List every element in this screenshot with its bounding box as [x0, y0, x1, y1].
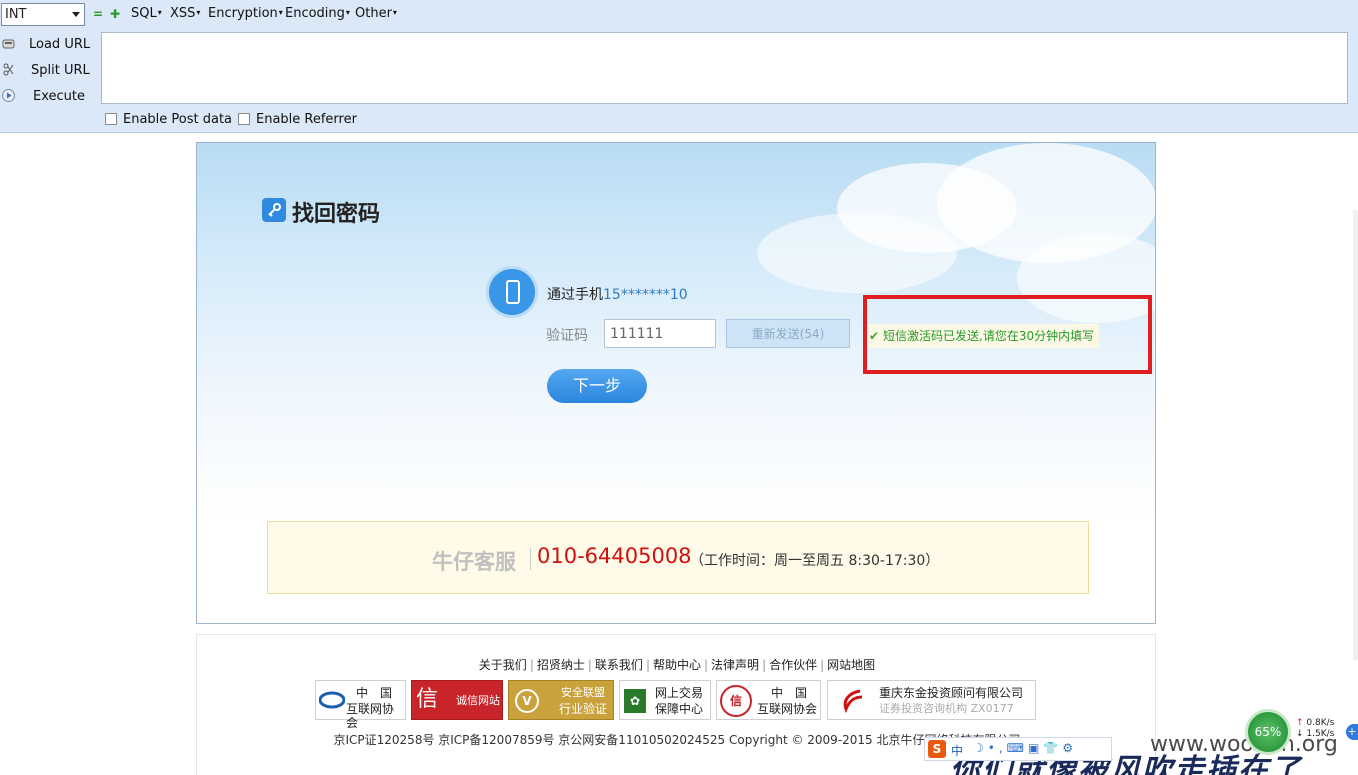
badge-security-alliance[interactable]: V 安全联盟 行业验证: [508, 680, 614, 720]
v-shield-icon: V: [515, 689, 539, 713]
service-name: 牛仔客服: [432, 550, 516, 574]
phone-icon: [486, 266, 538, 318]
badge-line1: 网上交易: [655, 686, 704, 700]
cloud-decoration: [757, 213, 957, 293]
execute-label: Execute: [33, 89, 85, 104]
hackbar-toolbar: INT = ✚ SQL▾ XSS▾ Encryption▾ Encoding▾ …: [0, 0, 1358, 133]
next-step-button[interactable]: 下一步: [547, 369, 647, 403]
badge-line1: 安全联盟: [561, 686, 605, 699]
hackbar-select-value: INT: [5, 7, 27, 22]
minus-icon[interactable]: =: [93, 8, 103, 20]
badge-line1: 中 国: [771, 686, 808, 700]
footer-link-contact[interactable]: 联系我们: [595, 658, 643, 672]
footer-links: 关于我们 | 招贤纳士 | 联系我们 | 帮助中心 | 法律声明 | 合作伙伴 | 网站地图: [478, 658, 876, 672]
menu-xss[interactable]: XSS▾: [170, 6, 200, 21]
menu-encoding-label: Encoding: [285, 6, 345, 21]
split-url-button[interactable]: Split URL: [0, 59, 100, 83]
password-recovery-panel: 找回密码 通过手机15*******10 验证码 111111 重新发送(54)…: [196, 142, 1156, 624]
phone-verification-label: 通过手机15*******10: [547, 284, 688, 304]
resend-code-button[interactable]: 重新发送(54): [726, 319, 850, 348]
menu-encoding[interactable]: Encoding▾: [285, 6, 350, 21]
badge-cn-internet-association[interactable]: 中 国 互联网协会: [315, 680, 406, 730]
checkbox-box[interactable]: [105, 113, 117, 125]
menu-other[interactable]: Other▾: [355, 6, 397, 21]
badge-line2: 行业验证: [559, 702, 608, 716]
badge-line2: 互联网协会: [346, 702, 395, 730]
service-hours: （工作时间：周一至周五 8:30-17:30）: [690, 553, 940, 569]
trade-shield-icon: ✿: [624, 689, 646, 713]
phone-label-text: 通过手机: [547, 287, 603, 303]
network-usage-indicator[interactable]: 65%: [1245, 709, 1291, 755]
badge-line1: 中 国: [356, 686, 393, 700]
enable-post-data-label: Enable Post data: [123, 112, 233, 127]
split-url-icon: [3, 63, 14, 76]
badge-trade-security[interactable]: ✿ 网上交易 保障中心: [619, 680, 711, 720]
upload-arrow-icon: ↑: [1296, 718, 1304, 728]
ime-tools-icons[interactable]: ☽•,⌨▣👕⚙: [973, 741, 1077, 755]
ime-language-label[interactable]: 中: [951, 742, 963, 759]
service-phone: 010-64405008: [537, 544, 692, 568]
load-url-icon: [2, 39, 15, 49]
footer-link-help[interactable]: 帮助中心: [653, 658, 701, 672]
association-logo-icon: [319, 691, 345, 709]
badge-credit-website[interactable]: 信 诚信网站: [411, 680, 503, 720]
menu-encryption[interactable]: Encryption▾: [208, 6, 283, 21]
menu-sql-label: SQL: [131, 6, 157, 21]
split-url-label: Split URL: [31, 63, 90, 78]
enable-referrer-label: Enable Referrer: [256, 112, 357, 127]
enable-post-data-checkbox[interactable]: Enable Post data: [105, 112, 232, 127]
badge-line1: 重庆东金投资顾问有限公司: [879, 686, 1024, 700]
hackbar-int-select[interactable]: INT: [1, 3, 85, 26]
footer-link-about[interactable]: 关于我们: [479, 658, 527, 672]
network-speed: ↑ 0.8K/s ↓ 1.5K/s: [1296, 718, 1334, 740]
badge-line1: 诚信网站: [456, 694, 500, 707]
upload-speed: 0.8K/s: [1306, 718, 1335, 728]
menu-other-label: Other: [355, 6, 392, 21]
footer-link-jobs[interactable]: 招贤纳士: [537, 658, 585, 672]
sogou-logo-icon: S: [928, 740, 946, 758]
badge-line2: 保障中心: [655, 702, 704, 716]
download-speed: 1.5K/s: [1306, 729, 1335, 739]
url-textarea[interactable]: [101, 32, 1348, 104]
download-arrow-icon: ↓: [1296, 729, 1304, 739]
ime-toolbar[interactable]: S 中 ☽•,⌨▣👕⚙: [924, 737, 1112, 761]
menu-sql[interactable]: SQL▾: [131, 6, 162, 21]
footer-link-legal[interactable]: 法律声明: [711, 658, 759, 672]
trust-seal-icon: 信: [720, 685, 752, 717]
badge-dongjin-investment[interactable]: 重庆东金投资顾问有限公司 证券投资咨询机构 ZX0177: [827, 680, 1036, 720]
menu-xss-label: XSS: [170, 6, 196, 21]
highlight-frame: [863, 295, 1152, 374]
dongjin-logo-icon: [843, 689, 863, 713]
checkbox-box[interactable]: [238, 113, 250, 125]
badge-line2: 互联网协会: [757, 702, 818, 716]
plus-icon[interactable]: ✚: [110, 8, 120, 20]
scrollbar-track[interactable]: [1353, 210, 1358, 660]
verification-code-input[interactable]: 111111: [604, 319, 716, 348]
enable-referrer-checkbox[interactable]: Enable Referrer: [238, 112, 357, 127]
footer-link-sitemap[interactable]: 网站地图: [827, 658, 875, 672]
load-url-label: Load URL: [29, 37, 91, 52]
footer-link-partners[interactable]: 合作伙伴: [769, 658, 817, 672]
badge-line2: 证券投资咨询机构 ZX0177: [879, 702, 1014, 715]
menu-encryption-label: Encryption: [208, 6, 278, 21]
badge-cn-internet-trust[interactable]: 信 中 国 互联网协会: [716, 680, 821, 720]
page-title: 找回密码: [292, 202, 381, 227]
chevron-down-icon: [72, 12, 80, 17]
credit-seal-icon: 信: [416, 687, 439, 712]
key-icon: [262, 198, 286, 222]
execute-button[interactable]: Execute: [0, 85, 100, 109]
divider: [530, 548, 531, 570]
masked-phone-number: 15*******10: [603, 287, 688, 303]
execute-icon: [2, 89, 15, 102]
expand-icon[interactable]: +: [1346, 724, 1358, 740]
load-url-button[interactable]: Load URL: [0, 33, 100, 57]
customer-service-box: 牛仔客服 010-64405008 （工作时间：周一至周五 8:30-17:30…: [267, 521, 1089, 594]
verification-code-label: 验证码: [546, 328, 588, 344]
